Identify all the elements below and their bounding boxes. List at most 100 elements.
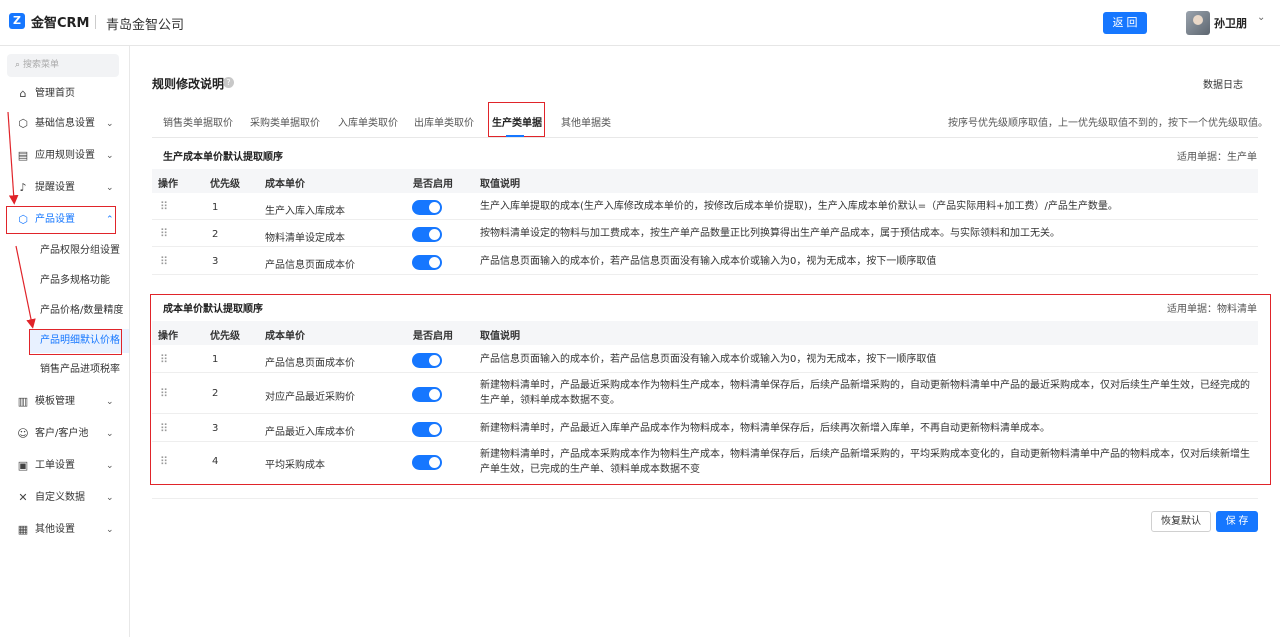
sidebar-subitem-price-precision[interactable]: 产品价格/数量精度 [30,299,129,323]
sidebar-subitem-default-price[interactable]: 产品明细默认价格 [30,329,129,353]
col-priority: 优先级 [210,331,240,342]
enable-toggle[interactable] [412,255,442,270]
drag-handle-icon[interactable]: ⠿ [160,255,168,268]
row-description: 按物料清单设定的物料与加工费成本，按生产单产品数量正比列换算得出生产单产品成本，… [480,228,1060,239]
drag-handle-icon[interactable]: ⠿ [160,422,168,435]
enable-toggle[interactable] [412,200,442,215]
row-priority: 2 [212,388,219,399]
drag-handle-icon[interactable]: ⠿ [160,227,168,240]
tab-production[interactable]: 生产类单据 [492,114,542,129]
template-icon: ▥ [17,395,29,408]
top-bar: Z 金智CRM 青岛金智公司 返 回 孙卫朋 ⌄ [0,0,1280,46]
row-cost-name: 对应产品最近采购价 [265,392,355,403]
chevron-down-icon[interactable]: ⌄ [1257,12,1265,23]
row-cost-name: 产品最近入库成本价 [265,427,355,438]
col-enabled: 是否启用 [413,331,453,342]
tabs-divider [152,137,1258,138]
customer-icon: ☺ [17,427,29,440]
row-description: 新建物料清单时，产品最近采购成本作为物料生产成本，物料清单保存后，后续产品新增采… [480,380,1250,406]
row-priority: 1 [212,202,219,213]
row-priority: 3 [212,256,219,267]
enable-toggle[interactable] [412,422,442,437]
sidebar-item-label: 其他设置 [35,524,75,535]
row-cost-name: 生产入库入库成本 [265,206,345,217]
row-description: 产品信息页面输入的成本价，若产品信息页面没有输入成本价或输入为0，视为无成本，按… [480,354,937,365]
enable-toggle[interactable] [412,353,442,368]
col-description: 取值说明 [480,179,520,190]
sidebar-subitem-tax-rate[interactable]: 销售产品进项税率 [30,358,129,382]
drag-handle-icon[interactable]: ⠿ [160,353,168,366]
row-cost-name: 产品信息页面成本价 [265,358,355,369]
logo-icon: Z [9,13,25,29]
sidebar-item-label: 客户/客户池 [35,428,89,439]
sidebar-item-label: 模板管理 [35,396,75,407]
sidebar-item-customer[interactable]: ☺ 客户/客户池 ⌄ [0,422,129,446]
search-input[interactable]: ⌕ 搜索菜单 [7,54,119,77]
table-row: ⠿ 2 物料清单设定成本 按物料清单设定的物料与加工费成本，按生产单产品数量正比… [152,220,1258,247]
row-priority: 2 [212,229,219,240]
chevron-down-icon: ⌄ [106,119,114,129]
chevron-up-icon: ⌃ [106,215,114,225]
enable-toggle[interactable] [412,387,442,402]
sidebar-item-ticket[interactable]: ▣ 工单设置 ⌄ [0,454,129,478]
sidebar-subitem-permission-group[interactable]: 产品权限分组设置 [30,239,129,263]
data-log-link[interactable]: 数据日志 [1203,76,1243,91]
chevron-down-icon: ⌄ [106,151,114,161]
sidebar-item-label: 工单设置 [35,460,75,471]
help-icon[interactable]: ? [223,77,234,88]
table-row: ⠿ 2 对应产品最近采购价 新建物料清单时，产品最近采购成本作为物料生产成本，物… [152,373,1258,414]
sidebar-subitem-multi-spec[interactable]: 产品多规格功能 [30,269,129,293]
row-cost-name: 平均采购成本 [265,460,325,471]
table-row: ⠿ 3 产品信息页面成本价 产品信息页面输入的成本价，若产品信息页面没有输入成本… [152,247,1258,275]
section2-table-header: 操作 优先级 成本单价 是否启用 取值说明 [152,321,1258,345]
chevron-down-icon: ⌄ [106,429,114,439]
table-row: ⠿ 3 产品最近入库成本价 新建物料清单时，产品最近入库单产品成本作为物料成本，… [152,414,1258,442]
save-button[interactable]: 保 存 [1216,511,1258,532]
ticket-icon: ▣ [17,459,29,472]
row-description: 产品信息页面输入的成本价，若产品信息页面没有输入成本价或输入为0，视为无成本，按… [480,256,937,267]
chevron-down-icon: ⌄ [106,183,114,193]
section2-title: 成本单价默认提取顺序 [163,304,263,315]
sidebar-item-other[interactable]: ▦ 其他设置 ⌄ [0,518,129,542]
sidebar-item-custom-data[interactable]: ✕ 自定义数据 ⌄ [0,486,129,510]
row-cost-name: 产品信息页面成本价 [265,260,355,271]
table-row: ⠿ 1 生产入库入库成本 生产入库单提取的成本(生产入库修改成本单价的，按修改后… [152,193,1258,220]
enable-toggle[interactable] [412,455,442,470]
chevron-down-icon: ⌄ [106,397,114,407]
sidebar-item-label: 产品设置 [35,214,75,225]
col-cost-price: 成本单价 [265,179,305,190]
sidebar-item-label: 管理首页 [35,88,75,99]
row-description: 生产入库单提取的成本(生产入库修改成本单价的，按修改后成本单价提取)，生产入库成… [480,201,1118,212]
col-priority: 优先级 [210,179,240,190]
row-priority: 3 [212,423,219,434]
section1-table-header: 操作 优先级 成本单价 是否启用 取值说明 [152,169,1258,193]
back-button[interactable]: 返 回 [1103,12,1147,34]
sidebar-item-label: 基础信息设置 [35,118,95,129]
drag-handle-icon[interactable]: ⠿ [160,455,168,468]
sidebar-item-template[interactable]: ▥ 模板管理 ⌄ [0,390,129,414]
search-icon: ⌕ [15,60,21,70]
row-description: 新建物料清单时，产品成本采购成本作为物料生产成本，物料清单保存后，后续产品新增采… [480,449,1250,475]
tab-sales-pricing[interactable]: 销售类单据取价 [163,114,233,129]
tab-purchase-pricing[interactable]: 采购类单据取价 [250,114,320,129]
row-cost-name: 物料清单设定成本 [265,233,345,244]
enable-toggle[interactable] [412,227,442,242]
sidebar-item-home[interactable]: ⌂ 管理首页 [0,82,129,106]
tab-other[interactable]: 其他单据类 [561,114,611,129]
search-placeholder: 搜索菜单 [23,60,60,70]
col-enabled: 是否启用 [413,179,453,190]
avatar[interactable] [1186,11,1210,35]
tab-inbound-pricing[interactable]: 入库单类取价 [338,114,398,129]
sidebar-item-label: 自定义数据 [35,492,85,503]
row-priority: 4 [212,456,219,467]
table-row: ⠿ 4 平均采购成本 新建物料清单时，产品成本采购成本作为物料生产成本，物料清单… [152,442,1258,482]
tab-outbound-pricing[interactable]: 出库单类取价 [414,114,474,129]
restore-default-button[interactable]: 恢复默认 [1151,511,1211,532]
drag-handle-icon[interactable]: ⠿ [160,387,168,400]
chevron-down-icon: ⌄ [106,525,114,535]
drag-handle-icon[interactable]: ⠿ [160,200,168,213]
user-name[interactable]: 孙卫朋 [1214,15,1247,31]
company-name: 青岛金智公司 [106,18,185,33]
home-icon: ⌂ [19,87,27,100]
sidebar-item-label: 应用规则设置 [35,150,95,161]
